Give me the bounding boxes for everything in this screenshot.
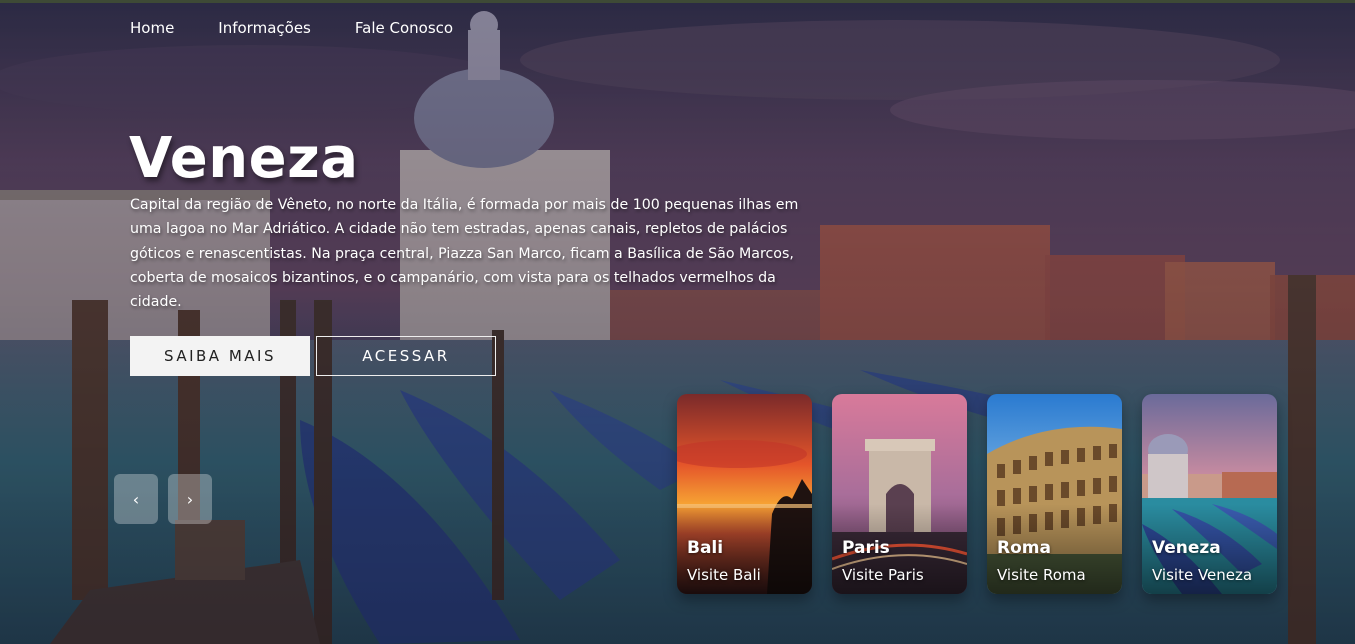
card-paris[interactable]: Paris Visite Paris [832,394,967,594]
destination-cards: Bali Visite Bali Paris Visite Paris Roma… [677,394,1277,594]
nav-fale-conosco[interactable]: Fale Conosco [355,19,453,37]
nav-informacoes[interactable]: Informações [218,19,311,37]
card-veneza-title: Veneza [1152,538,1221,558]
nav-home[interactable]: Home [130,19,174,37]
card-bali-subtitle: Visite Bali [687,566,761,584]
card-bali[interactable]: Bali Visite Bali [677,394,812,594]
chevron-right-icon: › [186,489,194,509]
top-border [0,0,1355,3]
card-veneza-subtitle: Visite Veneza [1152,566,1253,584]
card-roma-subtitle: Visite Roma [997,566,1086,584]
prev-button[interactable]: ‹ [114,474,158,524]
acessar-button[interactable]: ACESSAR [316,336,496,376]
card-bali-title: Bali [687,538,724,558]
saiba-mais-button[interactable]: SAIBA MAIS [130,336,310,376]
card-paris-title: Paris [842,538,890,558]
card-roma[interactable]: Roma Visite Roma [987,394,1122,594]
main-nav: Home Informações Fale Conosco [130,19,453,37]
slider-controls: ‹ › [114,474,212,524]
hero-description: Capital da região de Vêneto, no norte da… [130,197,799,311]
hero-title: Veneza [129,126,359,191]
card-roma-title: Roma [997,538,1051,558]
next-button[interactable]: › [168,474,212,524]
card-veneza[interactable]: Veneza Visite Veneza [1142,394,1277,594]
chevron-left-icon: ‹ [132,489,140,509]
hero-buttons: SAIBA MAIS ACESSAR [130,336,496,376]
card-paris-subtitle: Visite Paris [842,566,924,584]
